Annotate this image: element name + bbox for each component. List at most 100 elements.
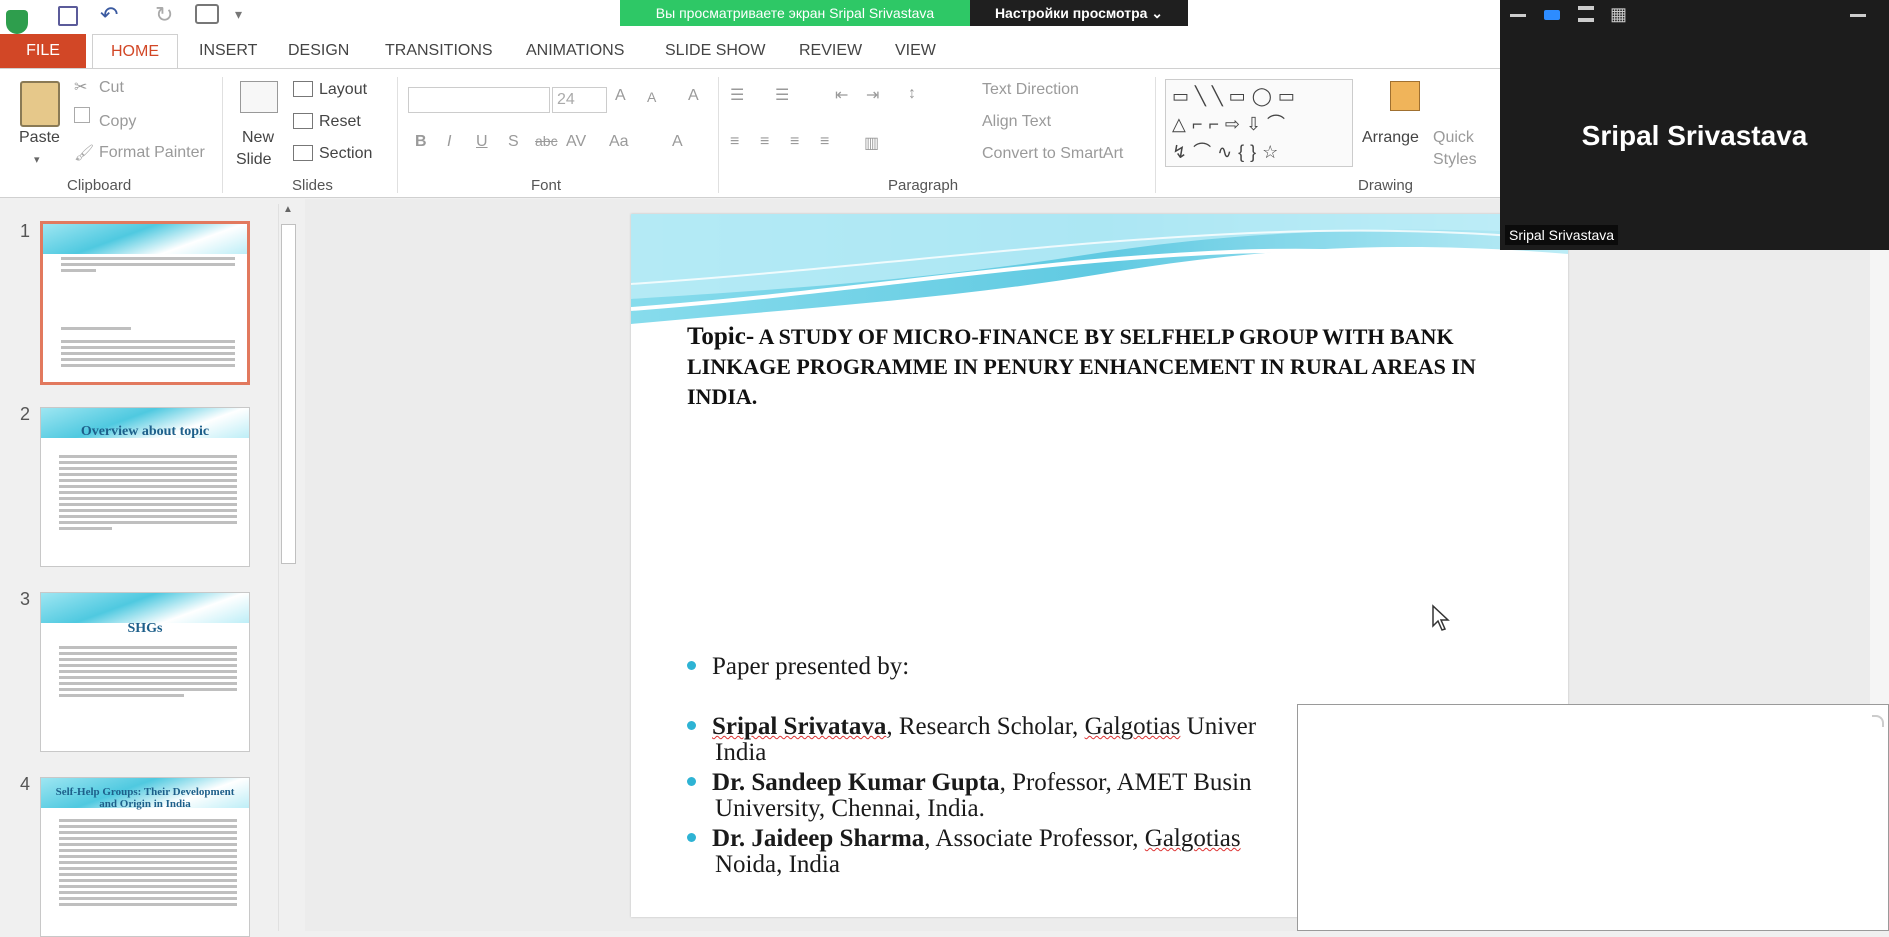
paste-dropdown-icon[interactable]: ▾ bbox=[34, 153, 40, 166]
mouse-cursor-icon bbox=[1432, 604, 1450, 631]
scroll-up-icon[interactable]: ▲ bbox=[283, 204, 293, 215]
paste-button[interactable]: Paste bbox=[19, 129, 60, 147]
gallery-view-icon[interactable]: ▦ bbox=[1610, 4, 1627, 25]
presenter-icon[interactable] bbox=[195, 4, 219, 24]
customize-qat-icon[interactable]: ▾ bbox=[235, 6, 242, 23]
thumb-title: SHGs bbox=[127, 621, 163, 636]
new-slide-button[interactable]: New bbox=[242, 129, 274, 147]
window-minimize-icon[interactable] bbox=[1850, 14, 1866, 17]
align-left-icon[interactable]: ≡ bbox=[730, 133, 739, 151]
topic-label: Topic- bbox=[687, 323, 755, 350]
bold-button[interactable]: B bbox=[415, 133, 427, 151]
thumbnails-scroll-thumb[interactable] bbox=[281, 224, 296, 564]
tab-home[interactable]: HOME bbox=[92, 34, 178, 70]
clear-format-icon[interactable]: A bbox=[688, 87, 699, 105]
bullet-presented-by: Paper presented by: bbox=[687, 654, 1567, 680]
tab-file[interactable]: FILE bbox=[0, 34, 86, 68]
slide-thumbnails-pane: 1 2 Overview about topic 3 SHGs 4 Self-H… bbox=[0, 199, 282, 937]
format-painter-button[interactable]: Format Painter bbox=[99, 144, 205, 162]
undo-icon[interactable]: ↶ bbox=[100, 2, 118, 28]
bullet-dot bbox=[687, 832, 696, 842]
align-text-button[interactable]: Align Text bbox=[982, 113, 1051, 131]
new-slide-button-line2[interactable]: Slide bbox=[236, 151, 272, 169]
thumb-number: 1 bbox=[20, 221, 31, 241]
text-direction-button[interactable]: Text Direction bbox=[982, 81, 1079, 99]
layout-button[interactable]: Layout bbox=[319, 81, 367, 99]
slide-thumbnail-4[interactable]: Self-Help Groups: Their Development and … bbox=[40, 777, 250, 937]
divider bbox=[397, 77, 398, 193]
shrink-font-icon[interactable]: A bbox=[647, 89, 656, 105]
paste-icon[interactable] bbox=[20, 81, 60, 127]
minimize-icon[interactable] bbox=[1510, 14, 1526, 17]
font-size-combo[interactable]: 24 bbox=[552, 87, 607, 113]
thumb-number: 3 bbox=[20, 589, 31, 609]
justify-icon[interactable]: ≡ bbox=[820, 133, 829, 151]
participant-label: Sripal Srivastava bbox=[1505, 225, 1619, 245]
cut-icon: ✂ bbox=[74, 79, 88, 96]
overlay-corner-icon bbox=[1872, 715, 1884, 727]
author-2-role: , Professor, AMET Busin bbox=[999, 769, 1252, 796]
redo-icon[interactable]: ↻ bbox=[155, 2, 173, 28]
thumb-number: 2 bbox=[20, 404, 31, 424]
quick-styles-button[interactable]: Quick bbox=[1433, 129, 1474, 147]
ribbon: Paste ▾ ✂ Cut Copy 🖌 Format Painter Clip… bbox=[0, 68, 1500, 198]
increase-indent-icon[interactable]: ⇥ bbox=[866, 85, 879, 105]
line-spacing-icon[interactable]: ↕ bbox=[908, 85, 916, 103]
convert-smartart-button[interactable]: Convert to SmartArt bbox=[982, 145, 1123, 163]
tab-review[interactable]: REVIEW bbox=[799, 42, 862, 60]
char-spacing-button[interactable]: AV bbox=[566, 133, 586, 151]
font-color-button[interactable]: A bbox=[672, 133, 683, 151]
align-right-icon[interactable]: ≡ bbox=[790, 133, 799, 151]
thumb-wave bbox=[41, 593, 249, 623]
save-icon[interactable] bbox=[58, 6, 78, 26]
format-painter-icon: 🖌 bbox=[74, 145, 95, 162]
slide-topic: Topic- A STUDY OF MICRO-FINANCE BY SELFH… bbox=[687, 322, 1527, 412]
copy-icon bbox=[74, 107, 90, 123]
tab-design[interactable]: DESIGN bbox=[288, 42, 349, 60]
bullets-icon[interactable]: ☰ bbox=[730, 85, 744, 105]
divider bbox=[1155, 77, 1156, 193]
bullet-dot bbox=[687, 720, 696, 730]
tab-view[interactable]: VIEW bbox=[895, 42, 936, 60]
topic-text: A STUDY OF MICRO-FINANCE BY SELFHELP GRO… bbox=[687, 324, 1476, 409]
section-button[interactable]: Section bbox=[319, 145, 372, 163]
view-options-button[interactable]: Настройки просмотра ⌄ bbox=[970, 0, 1188, 26]
strikethrough-button[interactable]: abc bbox=[535, 133, 558, 149]
align-center-icon[interactable]: ≡ bbox=[760, 133, 769, 151]
grow-font-icon[interactable]: A bbox=[615, 87, 626, 105]
slide-thumbnail-1[interactable] bbox=[40, 221, 250, 385]
author-1-tail: Univer bbox=[1180, 713, 1257, 740]
author-1-role: , Research Scholar, bbox=[886, 713, 1085, 740]
slide-thumbnail-2[interactable]: Overview about topic bbox=[40, 407, 250, 567]
shapes-gallery[interactable]: ▭╲╲▭◯▭ △⌐⌐⇨⇩⌒ ↯⌒∿{}☆ bbox=[1165, 79, 1353, 167]
tab-insert[interactable]: INSERT bbox=[199, 42, 257, 60]
copy-button[interactable]: Copy bbox=[99, 113, 136, 131]
tab-animations[interactable]: ANIMATIONS bbox=[526, 42, 624, 60]
thumb-title: Overview about topic bbox=[80, 424, 210, 439]
columns-icon[interactable]: ▥ bbox=[864, 133, 879, 153]
slides-group-label: Slides bbox=[292, 177, 333, 194]
tab-transitions[interactable]: TRANSITIONS bbox=[385, 42, 493, 60]
divider bbox=[718, 77, 719, 193]
numbering-icon[interactable]: ☰ bbox=[775, 85, 789, 105]
slide-thumbnail-3[interactable]: SHGs bbox=[40, 592, 250, 752]
layout-stack-icon[interactable] bbox=[1578, 6, 1594, 22]
arrange-button[interactable]: Arrange bbox=[1362, 129, 1419, 147]
cut-button[interactable]: Cut bbox=[99, 79, 124, 97]
decrease-indent-icon[interactable]: ⇤ bbox=[835, 85, 848, 105]
italic-button[interactable]: I bbox=[447, 133, 451, 151]
quick-styles-button-line2[interactable]: Styles bbox=[1433, 151, 1477, 169]
font-name-combo[interactable] bbox=[408, 87, 550, 113]
screen-share-banner: Вы просматриваете экран Sripal Srivastav… bbox=[620, 0, 970, 26]
reset-button[interactable]: Reset bbox=[319, 113, 361, 131]
font-group-label: Font bbox=[531, 177, 562, 194]
change-case-button[interactable]: Aa bbox=[609, 133, 629, 151]
tab-slide-show[interactable]: SLIDE SHOW bbox=[665, 42, 765, 60]
shadow-button[interactable]: S bbox=[508, 133, 519, 151]
author-1-name: Sripal Srivatava bbox=[712, 713, 887, 740]
clipboard-group-label: Clipboard bbox=[67, 177, 132, 194]
underline-button[interactable]: U bbox=[476, 133, 488, 151]
author-3-org: Galgotias bbox=[1144, 825, 1241, 852]
active-speaker-icon[interactable] bbox=[1544, 10, 1560, 20]
thumb-title: Self-Help Groups: Their Development and … bbox=[55, 786, 235, 810]
